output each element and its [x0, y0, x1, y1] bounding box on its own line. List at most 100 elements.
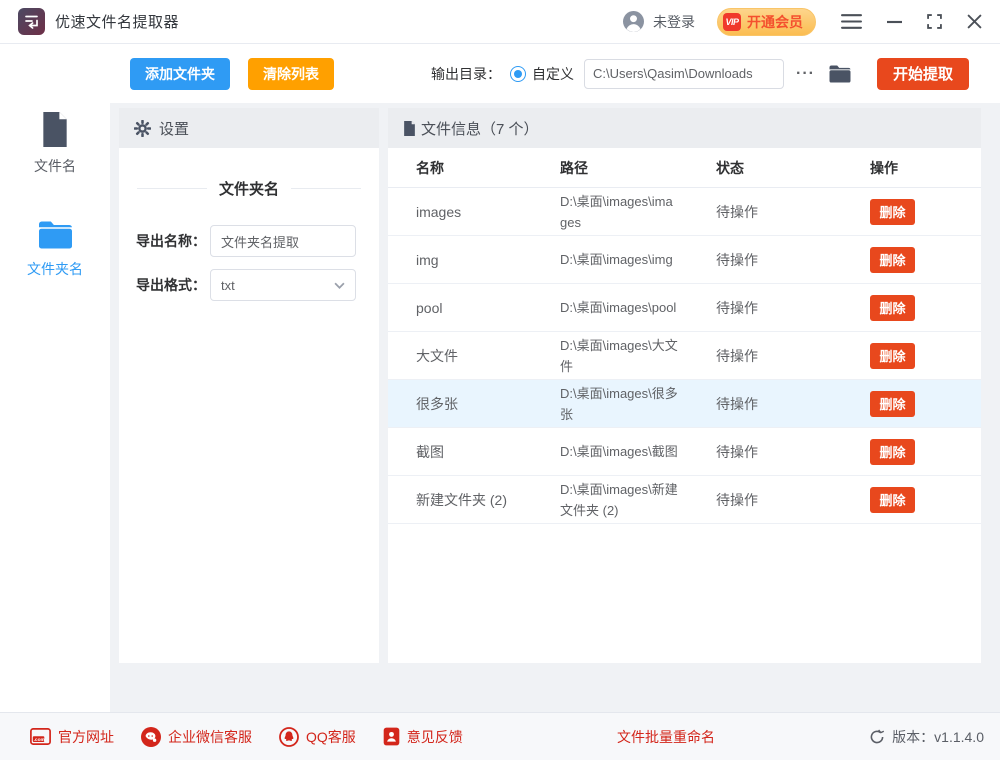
version-info: 版本：v1.1.4.0: [869, 727, 984, 747]
row-path: D:\桌面\images\新建文件夹 (2): [560, 479, 716, 521]
table-row[interactable]: 截图 D:\桌面\images\截图 待操作 删除: [388, 428, 981, 476]
toolbar: 添加文件夹 清除列表 输出目录： 自定义 ··· 开始提取: [110, 44, 1000, 103]
sidebar-item-文件夹名[interactable]: 文件夹名: [27, 220, 83, 279]
qq-icon: [279, 727, 299, 747]
sidebar-item-label: 文件名: [34, 156, 76, 176]
delete-button[interactable]: 删除: [870, 439, 915, 465]
app-window: 优速文件名提取器 未登录 VIP 开通会员 添加文件夹 清除列表 输出目录： 自…: [0, 0, 1000, 760]
row-path: D:\桌面\images\pool: [560, 297, 716, 318]
section-title: 文件夹名: [219, 178, 279, 199]
row-name: 新建文件夹 (2): [416, 490, 560, 510]
clear-list-button[interactable]: 清除列表: [248, 58, 334, 90]
vip-badge-icon: VIP: [723, 13, 741, 31]
output-path-input[interactable]: [584, 59, 784, 89]
file-info-title: 文件信息（7 个）: [421, 118, 539, 139]
settings-panel: 设置 文件夹名 导出名称： 导出格式： txt: [119, 108, 379, 663]
main-area: 设置 文件夹名 导出名称： 导出格式： txt: [110, 103, 1000, 712]
table-row[interactable]: 很多张 D:\桌面\images\很多张 待操作 删除: [388, 380, 981, 428]
delete-button[interactable]: 删除: [870, 247, 915, 273]
sidebar: 文件名 文件夹名: [0, 44, 110, 712]
feedback-icon: [383, 727, 400, 746]
chevron-down-icon: [334, 282, 345, 289]
table-row[interactable]: img D:\桌面\images\img 待操作 删除: [388, 236, 981, 284]
table-body: images D:\桌面\images\images 待操作 删除 img D:…: [388, 188, 981, 524]
user-icon[interactable]: [623, 11, 644, 32]
close-icon[interactable]: [967, 14, 982, 29]
row-path: D:\桌面\images\img: [560, 249, 716, 270]
sidebar-item-label: 文件夹名: [27, 259, 83, 279]
row-status-badge: 待操作: [716, 490, 870, 510]
column-action: 操作: [870, 158, 981, 178]
footer-link[interactable]: 企业微信客服: [141, 727, 252, 747]
add-folder-button[interactable]: 添加文件夹: [130, 58, 230, 90]
maximize-icon[interactable]: [927, 14, 942, 29]
table-column-header: 名称 路径 状态 操作: [388, 148, 981, 188]
browse-more-button[interactable]: ···: [796, 66, 815, 82]
title-bar: 优速文件名提取器 未登录 VIP 开通会员: [0, 0, 1000, 44]
output-dir-label: 输出目录：: [431, 64, 501, 84]
login-status-label[interactable]: 未登录: [653, 12, 695, 32]
custom-radio-label[interactable]: 自定义: [532, 64, 574, 84]
row-name: 大文件: [416, 346, 560, 366]
column-name: 名称: [416, 158, 560, 178]
refresh-icon[interactable]: [869, 729, 885, 745]
footer-link[interactable]: .com 官方网址: [30, 727, 114, 747]
version-label: 版本：v1.1.4.0: [892, 727, 984, 747]
row-status-badge: 待操作: [716, 298, 870, 318]
open-vip-button[interactable]: VIP 开通会员: [717, 8, 816, 36]
settings-panel-header: 设置: [119, 108, 379, 148]
website-icon: .com: [30, 728, 51, 745]
table-row[interactable]: images D:\桌面\images\images 待操作 删除: [388, 188, 981, 236]
wechat-icon: [141, 727, 161, 747]
open-vip-label: 开通会员: [747, 12, 803, 32]
row-name: 很多张: [416, 394, 560, 414]
row-status-badge: 待操作: [716, 394, 870, 414]
minimize-icon[interactable]: [887, 20, 902, 24]
file-info-header: 文件信息（7 个）: [388, 108, 981, 148]
row-name: images: [416, 204, 560, 220]
document-icon: [403, 121, 416, 136]
export-name-input[interactable]: [210, 225, 356, 257]
file-icon: [40, 112, 70, 147]
export-format-select[interactable]: txt: [210, 269, 356, 301]
row-name: 截图: [416, 442, 560, 462]
delete-button[interactable]: 删除: [870, 199, 915, 225]
row-path: D:\桌面\images\images: [560, 191, 716, 233]
row-path: D:\桌面\images\大文件: [560, 335, 716, 377]
footer-link[interactable]: QQ客服: [279, 727, 356, 747]
app-logo-icon: [18, 8, 45, 35]
export-name-label: 导出名称：: [136, 231, 210, 251]
export-format-label: 导出格式：: [136, 275, 210, 295]
row-status-badge: 待操作: [716, 202, 870, 222]
table-row[interactable]: 新建文件夹 (2) D:\桌面\images\新建文件夹 (2) 待操作 删除: [388, 476, 981, 524]
row-name: img: [416, 252, 560, 268]
delete-button[interactable]: 删除: [870, 343, 915, 369]
row-path: D:\桌面\images\截图: [560, 441, 716, 462]
sidebar-item-文件名[interactable]: 文件名: [34, 112, 76, 176]
export-format-value: txt: [221, 278, 235, 293]
section-divider: 文件夹名: [137, 178, 361, 199]
delete-button[interactable]: 删除: [870, 487, 915, 513]
column-status: 状态: [716, 158, 870, 178]
start-extract-button[interactable]: 开始提取: [877, 58, 969, 90]
delete-button[interactable]: 删除: [870, 295, 915, 321]
column-path: 路径: [560, 158, 716, 178]
menu-icon[interactable]: [841, 14, 862, 29]
table-row[interactable]: pool D:\桌面\images\pool 待操作 删除: [388, 284, 981, 332]
custom-radio[interactable]: [510, 66, 526, 82]
row-status-badge: 待操作: [716, 442, 870, 462]
row-status-badge: 待操作: [716, 250, 870, 270]
table-row[interactable]: 大文件 D:\桌面\images\大文件 待操作 删除: [388, 332, 981, 380]
batch-rename-link[interactable]: 文件批量重命名: [617, 727, 715, 747]
footer: .com 官方网址 企业微信客服 QQ客服 意见反馈 文件批量重命名 版本：v1…: [0, 712, 1000, 760]
delete-button[interactable]: 删除: [870, 391, 915, 417]
settings-header-label: 设置: [159, 118, 189, 139]
row-status-badge: 待操作: [716, 346, 870, 366]
folder-open-icon[interactable]: [829, 65, 851, 83]
svg-text:.com: .com: [34, 738, 45, 743]
footer-link[interactable]: 意见反馈: [383, 727, 463, 747]
row-path: D:\桌面\images\很多张: [560, 383, 716, 425]
row-name: pool: [416, 300, 560, 316]
file-info-panel: 文件信息（7 个） 名称 路径 状态 操作 images D:\桌面\image…: [388, 108, 981, 663]
app-title: 优速文件名提取器: [55, 11, 179, 32]
